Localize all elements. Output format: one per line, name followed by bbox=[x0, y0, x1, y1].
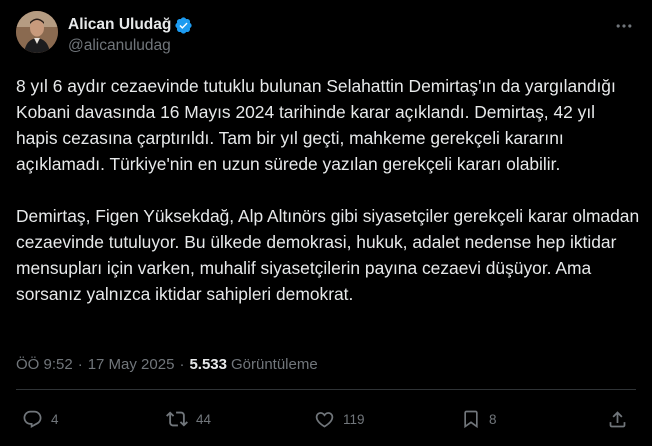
bookmark-button[interactable]: 8 bbox=[461, 405, 497, 433]
repost-icon bbox=[166, 411, 188, 427]
tweet-card: Alican Uludağ @alicanuludag 8 yıl 6 aydı… bbox=[0, 0, 652, 446]
like-button[interactable]: 119 bbox=[314, 405, 365, 433]
views-count: 5.533 bbox=[189, 356, 227, 373]
tweet-paragraph: 8 yıl 6 aydır cezaevinde tutuklu bulunan… bbox=[16, 76, 616, 174]
tweet-meta: ÖÖ 9:52 · 17 May 2025 · 5.533 Görüntülem… bbox=[16, 356, 318, 373]
repost-count: 44 bbox=[196, 411, 212, 427]
share-icon bbox=[609, 410, 626, 427]
like-count: 119 bbox=[343, 411, 365, 427]
display-name[interactable]: Alican Uludağ bbox=[68, 16, 171, 34]
meta-separator: · bbox=[179, 356, 185, 373]
meta-separator: · bbox=[77, 356, 83, 373]
reply-button[interactable]: 4 bbox=[22, 405, 59, 433]
avatar[interactable] bbox=[16, 11, 58, 53]
author-handle[interactable]: @alicanuludag bbox=[68, 37, 171, 55]
repost-button[interactable]: 44 bbox=[166, 405, 211, 433]
more-dots-icon[interactable] bbox=[612, 14, 636, 38]
verified-badge-icon[interactable] bbox=[174, 16, 193, 35]
reply-count: 4 bbox=[51, 411, 59, 427]
bookmark-count: 8 bbox=[489, 411, 497, 427]
like-icon bbox=[315, 411, 334, 428]
divider bbox=[16, 389, 636, 390]
avatar-image bbox=[16, 11, 58, 53]
tweet-date[interactable]: 17 May 2025 bbox=[88, 356, 175, 373]
bookmark-icon bbox=[464, 410, 478, 429]
reply-icon bbox=[23, 410, 42, 428]
tweet-time[interactable]: ÖÖ 9:52 bbox=[16, 356, 73, 373]
tweet-paragraph: Demirtaş, Figen Yüksekdağ, Alp Altınörs … bbox=[16, 206, 640, 304]
tweet-text: 8 yıl 6 aydır cezaevinde tutuklu bulunan… bbox=[16, 73, 641, 307]
share-button[interactable] bbox=[607, 405, 628, 433]
views-label: Görüntüleme bbox=[230, 356, 318, 373]
display-name-row: Alican Uludağ bbox=[68, 15, 193, 35]
action-bar: 4 44 119 8 bbox=[0, 405, 652, 433]
